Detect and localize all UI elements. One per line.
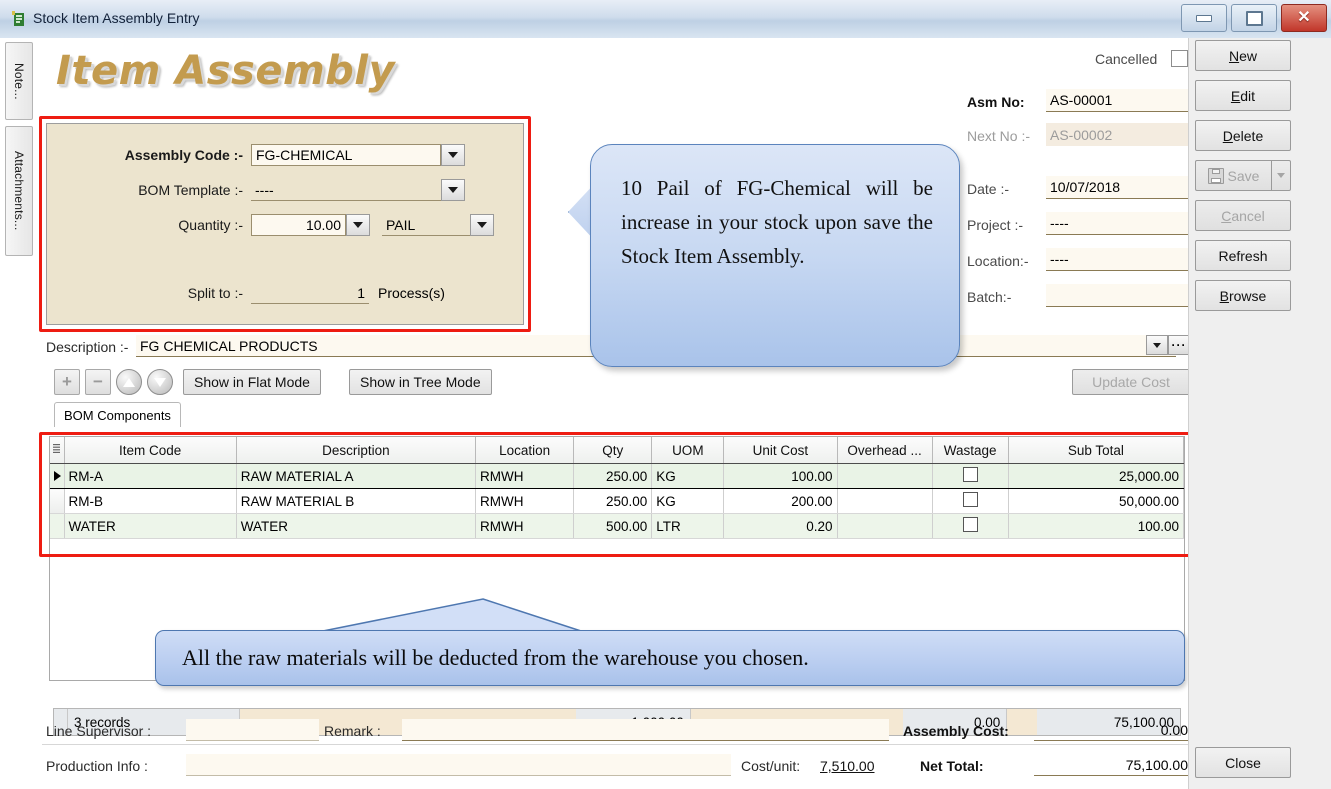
remark-input[interactable] bbox=[402, 719, 889, 741]
move-down-icon[interactable] bbox=[147, 369, 173, 395]
bom-template-dropdown-icon[interactable] bbox=[441, 179, 465, 201]
assembly-cost-value: 0.00 bbox=[1034, 719, 1192, 741]
action-button-column: New Edit Delete Save Cancel Refresh Brow… bbox=[1195, 40, 1297, 320]
project-label: Project :- bbox=[967, 217, 1024, 233]
show-tree-mode-button[interactable]: Show in Tree Mode bbox=[349, 369, 492, 395]
production-info-label: Production Info : bbox=[46, 758, 148, 774]
update-cost-button[interactable]: Update Cost bbox=[1072, 369, 1190, 395]
callout-one: 10 Pail of FG-Chemical will be increase … bbox=[590, 144, 960, 367]
next-no-label: Next No :- bbox=[967, 128, 1031, 144]
close-button[interactable]: Close bbox=[1195, 747, 1291, 778]
split-to-label: Split to :- bbox=[187, 285, 243, 301]
net-total-label: Net Total: bbox=[920, 758, 984, 774]
save-floppy-icon bbox=[1207, 167, 1224, 184]
tab-bom-components[interactable]: BOM Components bbox=[54, 402, 181, 427]
batch-label: Batch:- bbox=[967, 289, 1012, 305]
remark-label: Remark : bbox=[324, 723, 381, 739]
browse-button[interactable]: Browse bbox=[1195, 280, 1291, 311]
new-button[interactable]: New bbox=[1195, 40, 1291, 71]
application-window: Stock Item Assembly Entry ✕ Note... Atta… bbox=[0, 0, 1331, 789]
title-bar: Stock Item Assembly Entry ✕ bbox=[0, 0, 1331, 39]
close-button-column: Close bbox=[1195, 747, 1297, 787]
move-up-icon[interactable] bbox=[116, 369, 142, 395]
asm-no-label: Asm No: bbox=[967, 94, 1025, 110]
side-tab-strip: Note... Attachments... bbox=[0, 38, 35, 789]
cancelled-label: Cancelled bbox=[1095, 51, 1158, 67]
next-no-value: AS-00002 bbox=[1046, 123, 1191, 146]
save-dropdown-icon[interactable] bbox=[1271, 160, 1291, 191]
callout-two: All the raw materials will be deducted f… bbox=[155, 630, 1185, 686]
description-dropdown-icon[interactable] bbox=[1146, 335, 1168, 355]
assembly-code-dropdown-icon[interactable] bbox=[441, 144, 465, 166]
production-info-input[interactable] bbox=[186, 754, 731, 776]
assembly-code-input[interactable]: FG-CHEMICAL bbox=[251, 144, 441, 166]
cost-per-unit-value[interactable]: 7,510.00 bbox=[820, 758, 875, 774]
location-input[interactable]: ---- bbox=[1046, 248, 1192, 271]
assembly-cost-label: Assembly Cost: bbox=[903, 723, 1009, 739]
cancel-button[interactable]: Cancel bbox=[1195, 200, 1291, 231]
cancelled-checkbox[interactable] bbox=[1171, 50, 1188, 67]
page-title: Item Assembly bbox=[56, 48, 396, 94]
quantity-input[interactable]: 10.00 bbox=[251, 214, 346, 236]
refresh-button[interactable]: Refresh bbox=[1195, 240, 1291, 271]
assembly-code-label: Assembly Code :- bbox=[124, 147, 243, 163]
quantity-dropdown-icon[interactable] bbox=[346, 214, 370, 236]
description-label: Description :- bbox=[46, 339, 129, 355]
show-flat-mode-button[interactable]: Show in Flat Mode bbox=[183, 369, 321, 395]
restore-icon[interactable] bbox=[1231, 4, 1277, 32]
date-label: Date :- bbox=[967, 181, 1010, 197]
app-icon bbox=[12, 11, 24, 26]
date-input[interactable]: 10/07/2018 bbox=[1046, 176, 1192, 199]
add-row-button[interactable]: + bbox=[54, 369, 80, 395]
page-body: Item Assembly Assembly Code :- FG-CHEMIC… bbox=[34, 38, 1331, 789]
delete-button[interactable]: Delete bbox=[1195, 120, 1291, 151]
quantity-uom-dropdown-icon[interactable] bbox=[470, 214, 494, 236]
line-supervisor-input[interactable] bbox=[186, 719, 319, 741]
sidebar-item-note-label: Note... bbox=[12, 62, 26, 100]
location-label: Location:- bbox=[967, 253, 1029, 269]
window-controls: ✕ bbox=[1181, 4, 1327, 32]
minimize-icon[interactable] bbox=[1181, 4, 1227, 32]
remove-row-button[interactable]: − bbox=[85, 369, 111, 395]
save-button[interactable]: Save bbox=[1195, 160, 1291, 191]
quantity-label: Quantity :- bbox=[178, 217, 243, 233]
close-icon[interactable]: ✕ bbox=[1281, 4, 1327, 32]
bom-template-label: BOM Template :- bbox=[138, 182, 243, 198]
callout-two-tail bbox=[322, 598, 582, 632]
split-to-input[interactable]: 1 bbox=[251, 282, 369, 304]
bom-template-input[interactable]: ---- bbox=[251, 179, 441, 201]
quantity-uom-input[interactable]: PAIL bbox=[382, 214, 470, 236]
window-title: Stock Item Assembly Entry bbox=[33, 10, 200, 26]
sidebar-item-attachments[interactable]: Attachments... bbox=[5, 126, 33, 256]
edit-button[interactable]: Edit bbox=[1195, 80, 1291, 111]
cost-per-unit-label: Cost/unit: bbox=[741, 758, 801, 774]
assembly-panel-highlight: Assembly Code :- FG-CHEMICAL BOM Templat… bbox=[39, 116, 531, 332]
grid-highlight bbox=[39, 432, 1200, 557]
project-input[interactable]: ---- bbox=[1046, 212, 1192, 235]
description-ellipsis-button[interactable]: ··· bbox=[1168, 335, 1190, 355]
save-button-label: Save bbox=[1227, 167, 1260, 184]
batch-input[interactable] bbox=[1046, 284, 1192, 307]
sidebar-item-attachments-label: Attachments... bbox=[12, 151, 26, 231]
assembly-panel: Assembly Code :- FG-CHEMICAL BOM Templat… bbox=[46, 123, 524, 325]
net-total-value: 75,100.00 bbox=[1034, 754, 1192, 776]
sidebar-item-note[interactable]: Note... bbox=[5, 42, 33, 120]
asm-no-input[interactable]: AS-00001 bbox=[1046, 89, 1191, 112]
split-to-suffix: Process(s) bbox=[378, 285, 445, 301]
line-supervisor-label: Line Supervisor : bbox=[46, 723, 152, 739]
